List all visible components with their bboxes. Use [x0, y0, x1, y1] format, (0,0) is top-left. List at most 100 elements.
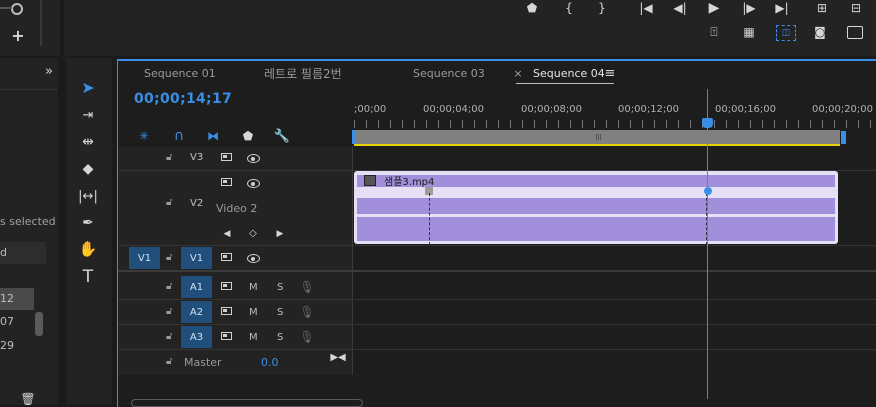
playhead-line[interactable]: [707, 89, 708, 399]
track-area-divider: [352, 147, 353, 375]
lock-icon[interactable]: 🔓︎: [166, 152, 172, 163]
insert-icon[interactable]: ⊞: [814, 1, 830, 15]
master-volume-value[interactable]: 0.0: [261, 356, 279, 369]
toggle-sync-icon[interactable]: [221, 332, 232, 340]
source-patch-v1[interactable]: V1: [129, 247, 160, 269]
track-target-v1[interactable]: V1: [181, 247, 212, 269]
toggle-sync-icon[interactable]: [221, 253, 232, 261]
ruler-label: 00;00;20;00: [812, 104, 874, 115]
nest-sequence-icon[interactable]: ✳: [137, 129, 151, 143]
toggle-sync-icon[interactable]: [221, 153, 232, 161]
prev-keyframe-icon[interactable]: ◀: [222, 228, 232, 240]
add-marker-icon[interactable]: ⬟: [242, 130, 254, 142]
solo-button[interactable]: S: [277, 307, 283, 318]
microphone-icon[interactable]: 🎙︎: [299, 305, 314, 319]
lock-icon[interactable]: 🔓︎: [166, 356, 172, 367]
microphone-icon[interactable]: 🎙︎: [299, 280, 314, 294]
lift-icon[interactable]: ⍐: [706, 25, 722, 39]
ruler-label: 00;00;08;00: [521, 104, 583, 115]
list-item[interactable]: 29: [0, 339, 14, 352]
tab-retro-film[interactable]: 레트로 필름2번: [264, 65, 342, 82]
slip-tool-icon[interactable]: |↔|: [76, 187, 100, 205]
track-select-tool-icon[interactable]: ⇥: [78, 106, 98, 124]
master-track-label: Master: [184, 356, 222, 369]
mute-button[interactable]: M: [249, 282, 258, 293]
go-to-end-icon[interactable]: ▶◀: [330, 352, 345, 364]
work-area-start-handle[interactable]: [352, 130, 355, 144]
close-tab-icon[interactable]: ×: [513, 67, 523, 79]
tab-sequence-01[interactable]: Sequence 01: [144, 67, 216, 80]
overwrite-icon[interactable]: ⊟: [848, 1, 864, 15]
mark-in-icon[interactable]: {: [562, 1, 576, 15]
track-separator: [118, 299, 876, 300]
project-panel: [0, 58, 58, 405]
toggle-sync-icon[interactable]: [221, 307, 232, 315]
track-target-a2[interactable]: A2: [181, 301, 212, 323]
go-to-out-icon[interactable]: ▶|: [774, 1, 790, 15]
next-keyframe-icon[interactable]: ▶: [275, 228, 285, 240]
step-back-icon[interactable]: ◀|: [672, 1, 688, 15]
lock-icon[interactable]: 🔓︎: [166, 306, 172, 317]
snap-icon[interactable]: ∩: [172, 129, 186, 143]
linked-selection-icon[interactable]: ⧓: [206, 129, 220, 143]
microphone-icon[interactable]: 🎙︎: [299, 330, 314, 344]
vr-video-icon[interactable]: ◫: [776, 25, 796, 41]
type-tool-icon[interactable]: T: [78, 267, 98, 287]
track-target-a1[interactable]: A1: [181, 276, 212, 298]
lock-icon[interactable]: 🔓︎: [166, 281, 172, 292]
fx-badge: [364, 175, 376, 186]
toggle-sync-icon[interactable]: [221, 178, 232, 186]
list-item[interactable]: 12: [0, 292, 14, 305]
list-item[interactable]: 07: [0, 315, 14, 328]
step-forward-icon[interactable]: |▶: [741, 1, 757, 15]
ripple-edit-tool-icon[interactable]: ⇹: [78, 133, 98, 151]
wrench-icon[interactable]: 🔧: [274, 129, 290, 143]
project-panel-divider: [0, 89, 58, 90]
track-label-v2: V2: [190, 198, 204, 209]
selection-tool-icon[interactable]: ➤: [78, 79, 98, 97]
go-to-in-icon[interactable]: |◀: [638, 1, 654, 15]
ruler-label: 00;00;16;00: [715, 104, 777, 115]
pen-tool-icon[interactable]: ✒: [78, 214, 98, 232]
razor-tool-icon[interactable]: ◆: [78, 160, 98, 178]
track-target-a3[interactable]: A3: [181, 326, 212, 348]
eye-icon[interactable]: [247, 254, 260, 263]
lock-icon[interactable]: 🔓︎: [166, 331, 172, 342]
tab-sequence-03[interactable]: Sequence 03: [413, 67, 485, 80]
add-marker-icon[interactable]: ⬟: [525, 1, 539, 15]
trash-icon[interactable]: 🗑: [20, 393, 35, 405]
timecode-display[interactable]: 00;00;14;17: [134, 91, 232, 107]
mute-button[interactable]: M: [249, 307, 258, 318]
lock-icon[interactable]: 🔓︎: [166, 252, 172, 263]
mute-button[interactable]: M: [249, 332, 258, 343]
plus-icon[interactable]: +: [10, 28, 26, 44]
extract-icon[interactable]: ▦: [741, 25, 757, 39]
track-label-v3: V3: [190, 152, 204, 163]
mark-out-icon[interactable]: }: [595, 1, 609, 15]
ruler-label: 00;00;04;00: [423, 104, 485, 115]
vertical-divider: [40, 0, 42, 46]
add-keyframe-icon[interactable]: ◇: [248, 228, 258, 240]
active-tab-underline: [516, 83, 614, 84]
tab-menu-icon[interactable]: ≡: [604, 66, 616, 80]
play-icon[interactable]: ▶: [706, 0, 722, 16]
timeline-zoom-scrollbar[interactable]: [131, 399, 363, 407]
list-column-header: d: [0, 246, 7, 259]
eye-icon[interactable]: [247, 179, 260, 188]
safe-margins-icon[interactable]: [847, 26, 863, 39]
toggle-sync-icon[interactable]: [221, 282, 232, 290]
solo-button[interactable]: S: [277, 282, 283, 293]
playhead-keyframe[interactable]: [704, 187, 712, 195]
hand-tool-icon[interactable]: ✋: [78, 240, 98, 258]
ruler-ticks[interactable]: [354, 120, 876, 128]
eye-icon[interactable]: [247, 154, 260, 163]
tab-sequence-04[interactable]: Sequence 04: [533, 67, 605, 80]
solo-button[interactable]: S: [277, 332, 283, 343]
panel-overflow-icon[interactable]: »: [42, 64, 56, 78]
left-top-dial[interactable]: [11, 3, 23, 15]
list-scrollbar[interactable]: [35, 312, 43, 336]
work-area-grip: [596, 134, 602, 140]
export-frame-icon[interactable]: ◙: [812, 25, 828, 39]
work-area-end-handle[interactable]: [841, 131, 846, 144]
lock-icon[interactable]: 🔓︎: [166, 197, 172, 208]
